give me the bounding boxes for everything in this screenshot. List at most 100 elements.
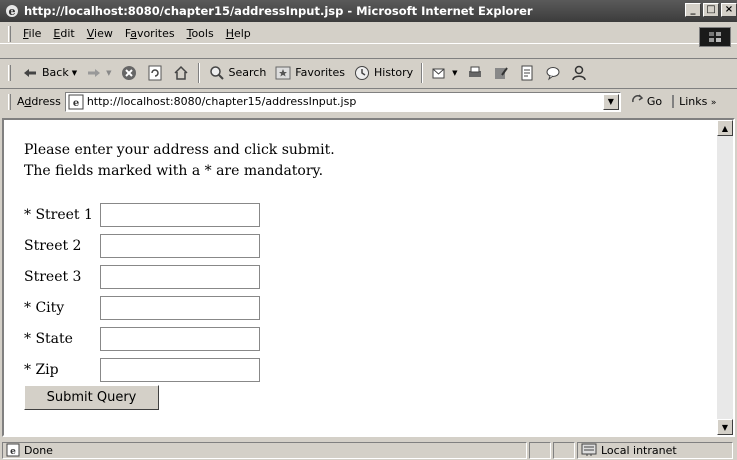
document-icon [518, 64, 536, 82]
links-button[interactable]: Links » [672, 95, 716, 108]
intro-text: Please enter your address and click subm… [24, 140, 335, 182]
state-label: * State [24, 331, 73, 347]
menu-help[interactable]: Help [220, 27, 257, 40]
go-arrow-icon [631, 93, 645, 110]
svg-text:e: e [73, 98, 79, 109]
search-button[interactable]: Search [204, 64, 271, 82]
edit-pencil-icon [492, 64, 510, 82]
menu-bar: File Edit View Favorites Tools Help [0, 24, 737, 44]
form-row: * Zip [24, 354, 262, 385]
chat-bubble-icon [544, 64, 562, 82]
state-input[interactable] [100, 327, 260, 351]
city-label: * City [24, 300, 65, 316]
arrow-down-icon: ▼ [721, 422, 729, 432]
stop-icon [120, 64, 138, 82]
home-button[interactable] [168, 64, 194, 82]
street3-label: Street 3 [24, 269, 82, 285]
address-url: http://localhost:8080/chapter15/addressI… [86, 95, 357, 108]
window-title: http://localhost:8080/chapter15/addressI… [24, 4, 533, 18]
refresh-button[interactable] [142, 64, 168, 82]
city-input[interactable] [100, 296, 260, 320]
stop-button[interactable] [116, 64, 142, 82]
go-button[interactable]: Go [631, 93, 662, 110]
maximize-button[interactable]: □ [703, 3, 719, 17]
edit-button[interactable] [488, 64, 514, 82]
street2-input[interactable] [100, 234, 260, 258]
scroll-down-button[interactable]: ▼ [717, 419, 733, 435]
security-zone-label: Local intranet [601, 443, 677, 457]
content-viewport: Please enter your address and click subm… [2, 118, 735, 437]
forward-arrow-icon [85, 64, 103, 82]
favorites-star-icon [274, 64, 292, 82]
home-icon [172, 64, 190, 82]
chevron-down-icon[interactable]: ▼ [106, 69, 111, 77]
addressbar-grip[interactable] [8, 93, 11, 110]
toolbar-separator [421, 62, 424, 83]
street3-input[interactable] [100, 265, 260, 289]
address-label: Address [17, 95, 61, 108]
favorites-button[interactable]: Favorites [270, 64, 349, 82]
address-form: * Street 1 Street 2 Street 3 * City * St… [24, 199, 262, 385]
page-icon: e [68, 94, 84, 110]
internet-explorer-icon: e [4, 3, 20, 19]
menubar-grip[interactable] [8, 25, 11, 42]
title-bar[interactable]: e http://localhost:8080/chapter15/addres… [0, 0, 737, 22]
svg-text:e: e [9, 5, 16, 18]
back-arrow-icon [21, 64, 39, 82]
vertical-scrollbar[interactable]: ▲ ▼ [717, 120, 733, 435]
discuss-button[interactable] [514, 64, 540, 82]
status-text: Done [24, 443, 53, 457]
security-zone-pane: Local intranet [577, 441, 733, 459]
refresh-icon [146, 64, 164, 82]
street1-input[interactable] [100, 203, 260, 227]
chevron-right-icon: » [710, 98, 717, 108]
intranet-icon [581, 443, 597, 457]
street2-label: Street 2 [24, 238, 82, 254]
menu-edit[interactable]: Edit [47, 27, 80, 40]
back-button[interactable]: Back ▼ [17, 64, 81, 82]
arrow-up-icon: ▲ [721, 123, 729, 133]
menu-tools[interactable]: Tools [181, 27, 220, 40]
history-button[interactable]: History [349, 64, 417, 82]
menu-file[interactable]: File [17, 27, 47, 40]
status-text-pane: e Done [2, 441, 527, 459]
messenger-button[interactable] [540, 64, 566, 82]
intro-line-2: The fields marked with a * are mandatory… [24, 163, 324, 179]
mail-button[interactable]: ▼ [427, 64, 461, 82]
messenger-user-button[interactable] [566, 64, 592, 82]
chevron-down-icon[interactable]: ▼ [452, 69, 457, 77]
status-bar: e Done Local intranet [0, 440, 737, 460]
page-body: Please enter your address and click subm… [24, 140, 335, 410]
chevron-down-icon[interactable]: ▼ [72, 69, 77, 77]
address-bar: Address e http://localhost:8080/chapter1… [0, 88, 737, 114]
toolbar-grip[interactable] [8, 64, 11, 81]
intro-line-1: Please enter your address and click subm… [24, 142, 335, 158]
form-row: * City [24, 292, 262, 323]
form-row: * State [24, 323, 262, 354]
forward-button[interactable]: ▼ [81, 64, 115, 82]
close-button[interactable]: × [721, 3, 737, 17]
printer-icon [466, 64, 484, 82]
zip-label: * Zip [24, 362, 59, 378]
submit-query-button[interactable]: Submit Query [24, 385, 159, 410]
toolbar-separator [197, 62, 200, 83]
status-pane-empty [529, 441, 551, 459]
print-button[interactable] [462, 64, 488, 82]
page-done-icon: e [6, 443, 20, 457]
status-pane-empty [553, 441, 575, 459]
address-input[interactable]: e http://localhost:8080/chapter15/addres… [64, 91, 621, 112]
address-dropdown-button[interactable]: ▼ [602, 93, 619, 110]
standard-toolbar: Back ▼ ▼ Search Favorites History ▼ [0, 58, 737, 86]
svg-text:e: e [10, 447, 16, 457]
menu-view[interactable]: View [81, 27, 119, 40]
history-clock-icon [353, 64, 371, 82]
form-row: Street 2 [24, 230, 262, 261]
form-row: Street 3 [24, 261, 262, 292]
zip-input[interactable] [100, 358, 260, 382]
scroll-up-button[interactable]: ▲ [717, 120, 733, 136]
minimize-button[interactable]: _ [685, 3, 701, 17]
windows-logo-throbber [699, 27, 731, 47]
user-icon [570, 64, 588, 82]
menu-favorites[interactable]: Favorites [119, 27, 181, 40]
form-row: * Street 1 [24, 199, 262, 230]
